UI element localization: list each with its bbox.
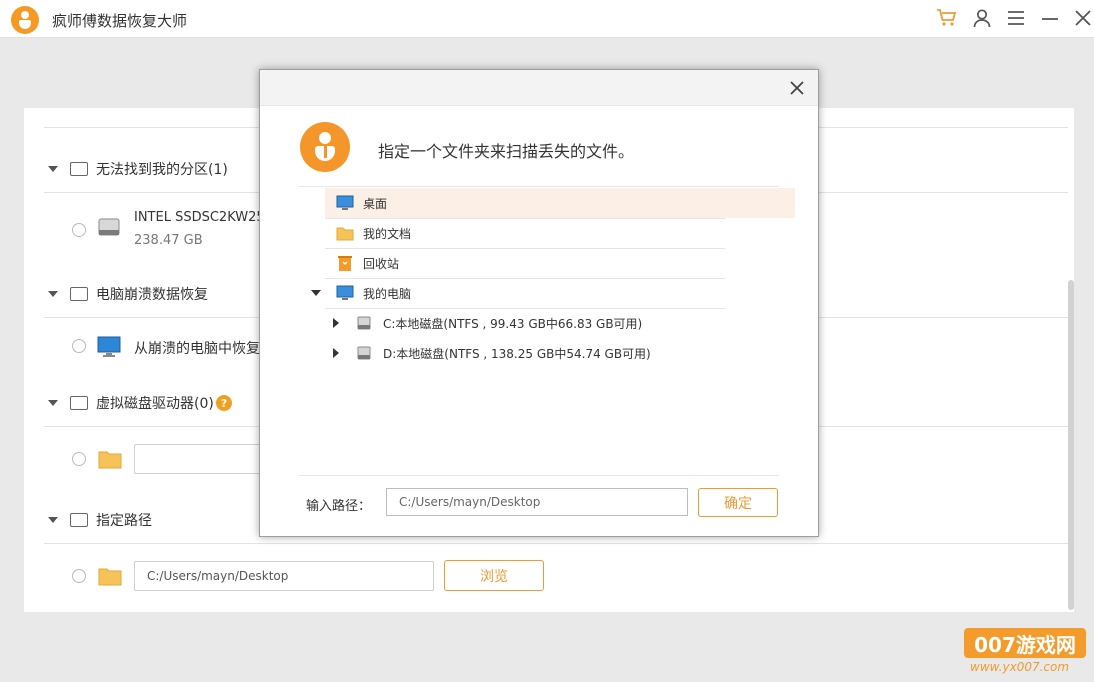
path-input[interactable]: C:/Users/mayn/Desktop [134,561,434,591]
dialog-header [260,70,818,106]
path-label: 输入路径： [306,499,372,514]
tree-item-recycle-bin[interactable]: 回收站 [325,248,725,278]
folder-tree: 桌面 我的文档 回收站 我的电脑 C:本地磁盘(NTFS , 99.43 GB中… [299,186,795,476]
radio-crash[interactable] [72,339,86,353]
computer-icon [336,285,354,300]
tree-item-label: 我的文档 [363,226,412,241]
watermark-logo: 007游戏网 www.yx007.com [964,628,1088,676]
dialog-instruction: 指定一个文件夹来扫描丢失的文件。 [378,142,635,161]
collapse-arrow-icon[interactable] [48,291,58,297]
recycle-bin-icon [338,255,352,271]
drive-icon [70,162,88,176]
divider [44,543,1068,544]
disk-icon [357,316,371,330]
tree-item-my-computer[interactable]: 我的电脑 [299,278,725,308]
user-icon[interactable] [971,7,993,29]
collapse-arrow-icon[interactable] [48,400,58,406]
drive-size: 238.47 GB [134,233,203,248]
divider [325,278,725,279]
monitor-icon [97,336,121,357]
section-label: 无法找到我的分区(1) [96,162,228,178]
expand-arrow-icon[interactable] [311,290,321,296]
tree-item-label: 我的电脑 [363,286,412,301]
section-label: 虚拟磁盘驱动器(0) [96,396,214,412]
dialog-close-icon[interactable] [788,79,806,97]
close-window-icon[interactable] [1072,7,1094,29]
tree-item-desktop[interactable]: 桌面 [325,188,795,218]
tree-item-drive-c[interactable]: C:本地磁盘(NTFS , 99.43 GB中66.83 GB可用) [299,308,725,338]
minimize-icon[interactable] [1039,7,1061,29]
divider [325,308,725,309]
drive-icon [70,396,88,410]
folder-icon [336,227,354,240]
collapse-arrow-icon[interactable] [48,166,58,172]
watermark-main: 007游戏网 [964,628,1086,658]
help-icon[interactable]: ? [216,395,232,411]
drive-icon [70,513,88,527]
dialog-logo-icon [300,122,350,172]
watermark-url: www.yx007.com [970,660,1070,674]
cart-icon[interactable] [936,7,958,29]
tree-item-label: C:本地磁盘(NTFS , 99.43 GB中66.83 GB可用) [383,316,643,331]
browse-button[interactable]: 浏览 [444,560,544,591]
section-label: 指定路径 [96,513,152,529]
ok-button[interactable]: 确定 [698,488,778,517]
menu-icon[interactable] [1005,7,1027,29]
title-bar: 疯师傅数据恢复大师 [0,0,1094,38]
radio-path[interactable] [72,569,86,583]
radio-virtual[interactable] [72,452,86,466]
tree-item-label: 回收站 [363,256,400,271]
scrollbar[interactable] [1068,280,1074,610]
section-label: 电脑崩溃数据恢复 [96,287,208,303]
tree-item-drive-d[interactable]: D:本地磁盘(NTFS , 138.25 GB中54.74 GB可用) [299,338,725,368]
folder-icon [98,451,122,469]
virtual-path-input[interactable] [134,444,274,474]
drive-icon [70,287,88,301]
divider [325,218,725,219]
hdd-icon [98,218,120,236]
tree-item-label: 桌面 [363,196,388,211]
tree-item-label: D:本地磁盘(NTFS , 138.25 GB中54.74 GB可用) [383,346,651,361]
app-title: 疯师傅数据恢复大师 [52,12,188,30]
collapse-arrow-icon[interactable] [48,517,58,523]
expand-arrow-icon[interactable] [333,318,339,328]
select-folder-dialog: 指定一个文件夹来扫描丢失的文件。 桌面 我的文档 回收站 我的电脑 C:本地磁盘… [259,69,819,537]
drive-name: INTEL SSDSC2KW25 [134,210,265,225]
radio-drive[interactable] [72,223,86,237]
folder-icon [98,568,122,586]
disk-icon [357,346,371,360]
divider [325,248,725,249]
app-logo-icon [11,6,39,34]
dialog-path-input[interactable]: C:/Users/mayn/Desktop [386,488,688,516]
crash-item-label: 从崩溃的电脑中恢复 [134,341,260,357]
desktop-icon [336,195,354,210]
tree-item-documents[interactable]: 我的文档 [325,218,725,248]
expand-arrow-icon[interactable] [333,348,339,358]
